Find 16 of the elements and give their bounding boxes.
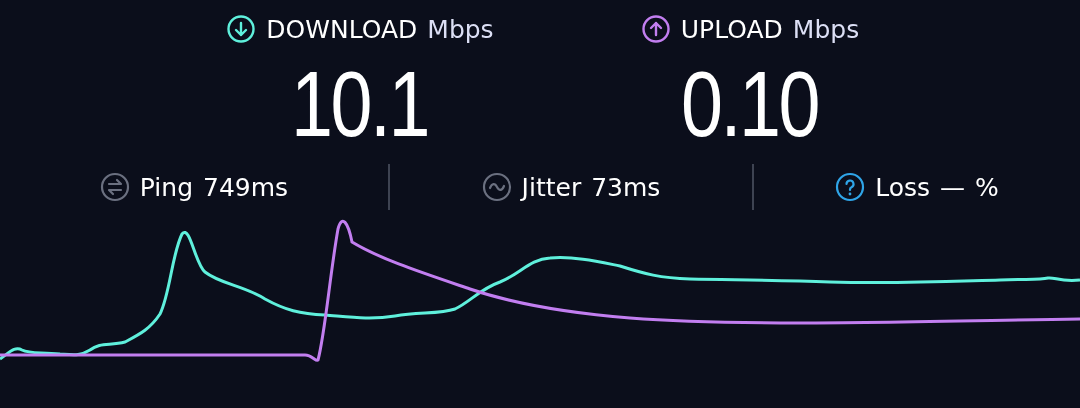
- stat-value: —: [940, 172, 966, 202]
- stat-value: 749ms: [203, 172, 289, 202]
- stat-value: 73ms: [591, 172, 661, 202]
- speed-label: DOWNLOAD: [266, 14, 418, 44]
- stat-label: Jitter: [521, 172, 582, 202]
- wave-icon: [481, 172, 512, 202]
- speed-value: 10.1: [291, 52, 429, 157]
- unit-label: Mbps: [792, 14, 860, 44]
- unit-label: %: [975, 172, 999, 202]
- speed-label: UPLOAD: [680, 14, 783, 44]
- help-icon: [835, 172, 866, 202]
- speed-value: 0.10: [681, 52, 819, 157]
- ping-icon: [99, 172, 130, 202]
- unit-label: Mbps: [427, 14, 494, 44]
- stat-label: Ping: [139, 172, 194, 202]
- stat-label: Loss: [875, 172, 931, 202]
